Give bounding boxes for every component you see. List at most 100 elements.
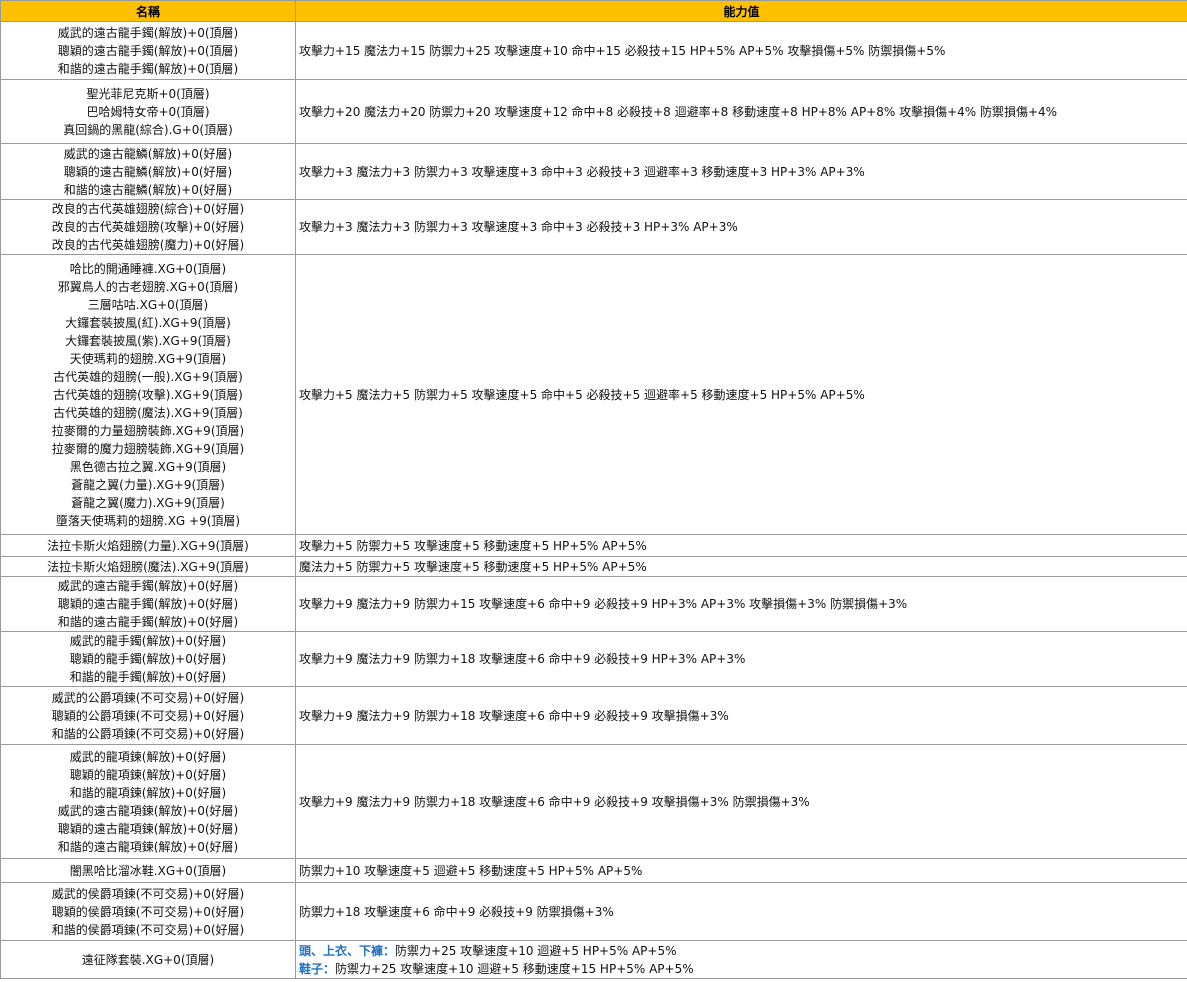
table-row: 威武的公爵項鍊(不可交易)+0(好層) 聰穎的公爵項鍊(不可交易)+0(好層) …: [0, 686, 1187, 745]
stats-table: 名稱 能力值 威武的遠古龍手鐲(解放)+0(頂層) 聰穎的遠古龍手鐲(解放)+0…: [0, 0, 1187, 979]
item-names: 聖光菲尼克斯+0(頂層) 巴哈姆特女帝+0(頂層) 真回鍋的黑龍(綜合).G+0…: [0, 79, 296, 144]
item-names: 威武的遠古龍手鐲(解放)+0(好層) 聰穎的遠古龍手鐲(解放)+0(好層) 和諧…: [0, 576, 296, 632]
table-row: 威武的龍項鍊(解放)+0(好層) 聰穎的龍項鍊(解放)+0(好層) 和諧的龍項鍊…: [0, 744, 1187, 859]
item-name: 改良的古代英雄翅膀(攻擊)+0(好層): [51, 220, 245, 234]
item-names: 威武的遠古龍鱗(解放)+0(好層) 聰穎的遠古龍鱗(解放)+0(好層) 和諧的遠…: [0, 143, 296, 200]
item-name: 邪翼鳥人的古老翅膀.XG+0(頂層): [57, 279, 239, 294]
item-name: 墮落天使瑪莉的翅膀.XG +9(頂層): [55, 513, 241, 528]
item-name: 威武的遠古龍鱗(解放)+0(好層): [63, 146, 233, 161]
item-name: 古代英雄的翅膀(魔法).XG+9(頂層): [53, 405, 243, 420]
item-name: 和諧的遠古龍手鐲(解放)+0(頂層): [57, 61, 239, 76]
item-name: 和諧的遠古龍手鐲(解放)+0(好層): [57, 615, 239, 629]
set-part-label: 頭、上衣、下褲：: [299, 943, 396, 958]
item-name: 拉麥爾的魔力翅膀裝飾.XG+9(頂層): [51, 441, 245, 456]
item-name: 威武的遠古龍項鍊(解放)+0(好層): [57, 803, 239, 818]
header-row: 名稱 能力值: [0, 0, 1187, 22]
item-name: 聰穎的遠古龍鱗(解放)+0(好層): [63, 164, 233, 179]
item-name: 和諧的龍項鍊(解放)+0(好層): [69, 785, 227, 800]
item-name: 天使瑪莉的翅膀.XG+9(頂層): [69, 351, 227, 366]
item-stats: 攻擊力+3 魔法力+3 防禦力+3 攻擊速度+3 命中+3 必殺技+3 HP+3…: [295, 199, 1187, 255]
item-name: 和諧的公爵項鍊(不可交易)+0(好層): [51, 726, 245, 741]
item-name: 遠征隊套裝.XG+0(頂層): [0, 940, 296, 979]
item-name: 和諧的遠古龍項鍊(解放)+0(好層): [57, 839, 239, 854]
item-name: 聰穎的遠古龍手鐲(解放)+0(好層): [57, 597, 239, 611]
item-name: 聰穎的遠古龍手鐲(解放)+0(頂層): [57, 43, 239, 58]
item-stats: 攻擊力+9 魔法力+9 防禦力+18 攻擊速度+6 命中+9 必殺技+9 攻擊損…: [295, 744, 1187, 859]
set-stats-line: 鞋子：防禦力+25 攻擊速度+10 迴避+5 移動速度+15 HP+5% AP+…: [299, 960, 1184, 978]
item-stats: 頭、上衣、下褲：防禦力+25 攻擊速度+10 迴避+5 HP+5% AP+5% …: [295, 940, 1187, 979]
item-stats: 攻擊力+9 魔法力+9 防禦力+15 攻擊速度+6 命中+9 必殺技+9 HP+…: [295, 576, 1187, 632]
set-part-value: 防禦力+25 攻擊速度+10 迴避+5 HP+5% AP+5%: [395, 943, 677, 958]
item-names: 威武的龍手鐲(解放)+0(好層) 聰穎的龍手鐲(解放)+0(好層) 和諧的龍手鐲…: [0, 631, 296, 687]
item-name: 巴哈姆特女帝+0(頂層): [86, 104, 210, 119]
item-name: 蒼龍之翼(魔力).XG+9(頂層): [71, 495, 225, 510]
item-name: 法拉卡斯火焰翅膀(力量).XG+9(頂層): [47, 538, 249, 553]
item-name: 闇黑哈比溜冰鞋.XG+0(頂層): [69, 863, 227, 878]
item-name: 威武的龍手鐲(解放)+0(好層): [69, 634, 227, 648]
table-row: 改良的古代英雄翅膀(綜合)+0(好層) 改良的古代英雄翅膀(攻擊)+0(好層) …: [0, 199, 1187, 255]
table-row: 哈比的開通睡褲.XG+0(頂層) 邪翼鳥人的古老翅膀.XG+0(頂層) 三層咕咕…: [0, 254, 1187, 535]
item-names: 改良的古代英雄翅膀(綜合)+0(好層) 改良的古代英雄翅膀(攻擊)+0(好層) …: [0, 199, 296, 255]
item-names: 闇黑哈比溜冰鞋.XG+0(頂層): [0, 858, 296, 883]
item-name: 改良的古代英雄翅膀(綜合)+0(好層): [51, 202, 245, 216]
item-names: 威武的公爵項鍊(不可交易)+0(好層) 聰穎的公爵項鍊(不可交易)+0(好層) …: [0, 686, 296, 745]
item-name: 法拉卡斯火焰翅膀(魔法).XG+9(頂層): [47, 559, 249, 574]
item-name: 聰穎的遠古龍項鍊(解放)+0(好層): [57, 821, 239, 836]
item-name: 聖光菲尼克斯+0(頂層): [86, 86, 210, 101]
header-value: 能力值: [295, 0, 1187, 22]
set-stats-line: 頭、上衣、下褲：防禦力+25 攻擊速度+10 迴避+5 HP+5% AP+5%: [299, 942, 1184, 960]
item-name: 威武的侯爵項鍊(不可交易)+0(好層): [51, 886, 245, 901]
item-stats: 攻擊力+9 魔法力+9 防禦力+18 攻擊速度+6 命中+9 必殺技+9 HP+…: [295, 631, 1187, 687]
item-name: 聰穎的侯爵項鍊(不可交易)+0(好層): [51, 904, 245, 919]
table-row: 威武的遠古龍鱗(解放)+0(好層) 聰穎的遠古龍鱗(解放)+0(好層) 和諧的遠…: [0, 143, 1187, 200]
set-part-label: 鞋子：: [299, 961, 336, 976]
item-names: 威武的侯爵項鍊(不可交易)+0(好層) 聰穎的侯爵項鍊(不可交易)+0(好層) …: [0, 882, 296, 941]
table-row: 法拉卡斯火焰翅膀(力量).XG+9(頂層) 攻擊力+5 防禦力+5 攻擊速度+5…: [0, 534, 1187, 557]
header-name: 名稱: [0, 0, 296, 22]
item-stats: 攻擊力+5 魔法力+5 防禦力+5 攻擊速度+5 命中+5 必殺技+5 迴避率+…: [295, 254, 1187, 535]
item-name: 聰穎的龍項鍊(解放)+0(好層): [69, 767, 227, 782]
table-row: 聖光菲尼克斯+0(頂層) 巴哈姆特女帝+0(頂層) 真回鍋的黑龍(綜合).G+0…: [0, 79, 1187, 144]
item-stats: 魔法力+5 防禦力+5 攻擊速度+5 移動速度+5 HP+5% AP+5%: [295, 556, 1187, 577]
item-name: 真回鍋的黑龍(綜合).G+0(頂層): [63, 122, 233, 137]
item-stats: 防禦力+18 攻擊速度+6 命中+9 必殺技+9 防禦損傷+3%: [295, 882, 1187, 941]
item-stats: 攻擊力+5 防禦力+5 攻擊速度+5 移動速度+5 HP+5% AP+5%: [295, 534, 1187, 557]
item-stats: 攻擊力+15 魔法力+15 防禦力+25 攻擊速度+10 命中+15 必殺技+1…: [295, 21, 1187, 80]
table-row: 威武的遠古龍手鐲(解放)+0(好層) 聰穎的遠古龍手鐲(解放)+0(好層) 和諧…: [0, 576, 1187, 632]
item-name: 改良的古代英雄翅膀(魔力)+0(好層): [51, 238, 245, 252]
item-name: 黑色德古拉之翼.XG+9(頂層): [69, 459, 227, 474]
item-name: 威武的公爵項鍊(不可交易)+0(好層): [51, 690, 245, 705]
table-row: 威武的遠古龍手鐲(解放)+0(頂層) 聰穎的遠古龍手鐲(解放)+0(頂層) 和諧…: [0, 21, 1187, 80]
item-name: 古代英雄的翅膀(攻擊).XG+9(頂層): [53, 387, 243, 402]
item-name: 大鑼套裝披風(紫).XG+9(頂層): [65, 333, 231, 348]
item-name: 和諧的遠古龍鱗(解放)+0(好層): [63, 182, 233, 197]
table-row: 遠征隊套裝.XG+0(頂層) 頭、上衣、下褲：防禦力+25 攻擊速度+10 迴避…: [0, 940, 1187, 979]
item-name: 三層咕咕.XG+0(頂層): [87, 297, 209, 312]
item-name: 和諧的侯爵項鍊(不可交易)+0(好層): [51, 922, 245, 937]
item-name: 蒼龍之翼(力量).XG+9(頂層): [71, 477, 225, 492]
item-name: 聰穎的龍手鐲(解放)+0(好層): [69, 652, 227, 666]
item-name: 威武的遠古龍手鐲(解放)+0(好層): [57, 579, 239, 593]
item-name: 威武的遠古龍手鐲(解放)+0(頂層): [57, 25, 239, 40]
item-name: 聰穎的公爵項鍊(不可交易)+0(好層): [51, 708, 245, 723]
item-name: 拉麥爾的力量翅膀裝飾.XG+9(頂層): [51, 423, 245, 438]
item-name: 和諧的龍手鐲(解放)+0(好層): [69, 670, 227, 684]
table-row: 闇黑哈比溜冰鞋.XG+0(頂層) 防禦力+10 攻擊速度+5 迴避+5 移動速度…: [0, 858, 1187, 883]
item-names: 哈比的開通睡褲.XG+0(頂層) 邪翼鳥人的古老翅膀.XG+0(頂層) 三層咕咕…: [0, 254, 296, 535]
item-name: 古代英雄的翅膀(一般).XG+9(頂層): [53, 369, 243, 384]
item-name: 威武的龍項鍊(解放)+0(好層): [69, 749, 227, 764]
item-stats: 攻擊力+20 魔法力+20 防禦力+20 攻擊速度+12 命中+8 必殺技+8 …: [295, 79, 1187, 144]
item-name: 哈比的開通睡褲.XG+0(頂層): [69, 261, 227, 276]
table-row: 威武的侯爵項鍊(不可交易)+0(好層) 聰穎的侯爵項鍊(不可交易)+0(好層) …: [0, 882, 1187, 941]
table-row: 法拉卡斯火焰翅膀(魔法).XG+9(頂層) 魔法力+5 防禦力+5 攻擊速度+5…: [0, 556, 1187, 577]
table-row: 威武的龍手鐲(解放)+0(好層) 聰穎的龍手鐲(解放)+0(好層) 和諧的龍手鐲…: [0, 631, 1187, 687]
item-names: 法拉卡斯火焰翅膀(魔法).XG+9(頂層): [0, 556, 296, 577]
item-names: 威武的遠古龍手鐲(解放)+0(頂層) 聰穎的遠古龍手鐲(解放)+0(頂層) 和諧…: [0, 21, 296, 80]
item-stats: 防禦力+10 攻擊速度+5 迴避+5 移動速度+5 HP+5% AP+5%: [295, 858, 1187, 883]
item-names: 威武的龍項鍊(解放)+0(好層) 聰穎的龍項鍊(解放)+0(好層) 和諧的龍項鍊…: [0, 744, 296, 859]
item-stats: 攻擊力+3 魔法力+3 防禦力+3 攻擊速度+3 命中+3 必殺技+3 迴避率+…: [295, 143, 1187, 200]
item-names: 法拉卡斯火焰翅膀(力量).XG+9(頂層): [0, 534, 296, 557]
item-name: 大鑼套裝披風(紅).XG+9(頂層): [65, 315, 231, 330]
set-part-value: 防禦力+25 攻擊速度+10 迴避+5 移動速度+15 HP+5% AP+5%: [335, 961, 694, 976]
item-stats: 攻擊力+9 魔法力+9 防禦力+18 攻擊速度+6 命中+9 必殺技+9 攻擊損…: [295, 686, 1187, 745]
